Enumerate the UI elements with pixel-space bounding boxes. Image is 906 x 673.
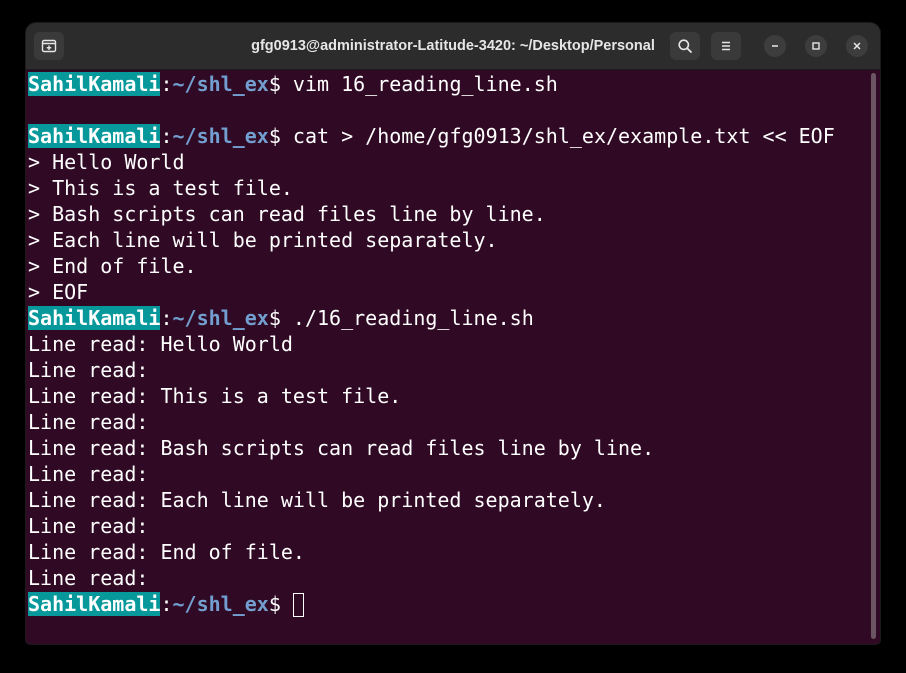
prompt-colon: : [160, 306, 173, 330]
minimize-icon [772, 45, 778, 47]
output-line: Line read: [28, 514, 149, 538]
titlebar[interactable]: gfg0913@administrator-Latitude-3420: ~/D… [26, 23, 880, 70]
command-text: cat > /home/gfg0913/shl_ex/example.txt <… [292, 124, 835, 148]
prompt-path: ~/shl_ex [172, 592, 269, 616]
command-text: vim 16_reading_line.sh [292, 72, 558, 96]
output-line: Line read: Hello World [28, 332, 293, 356]
prompt-line: SahilKamali:~/shl_ex$ vim 16_reading_lin… [28, 71, 866, 97]
prompt-user: SahilKamali [28, 72, 161, 96]
prompt-dollar: $ [268, 306, 281, 330]
window-title: gfg0913@administrator-Latitude-3420: ~/D… [251, 38, 655, 54]
prompt-dollar: $ [268, 72, 281, 96]
output-line: > Each line will be printed separately. [28, 228, 498, 252]
prompt-dollar: $ [268, 592, 281, 616]
command-text: ./16_reading_line.sh [292, 306, 534, 330]
maximize-button[interactable] [805, 35, 827, 57]
search-button[interactable] [670, 32, 700, 60]
output-line: > End of file. [28, 254, 197, 278]
search-icon [678, 39, 692, 53]
output-line: Line read: End of file. [28, 540, 305, 564]
prompt-path: ~/shl_ex [172, 124, 269, 148]
prompt-path: ~/shl_ex [172, 306, 269, 330]
output-line: > Hello World [28, 150, 185, 174]
prompt-colon: : [160, 124, 173, 148]
prompt-user: SahilKamali [28, 124, 161, 148]
output-line: Line read: [28, 566, 149, 590]
prompt-line: SahilKamali:~/shl_ex$ [28, 591, 866, 617]
minimize-button[interactable] [764, 35, 786, 57]
prompt-line: SahilKamali:~/shl_ex$ cat > /home/gfg091… [28, 123, 866, 149]
menu-button[interactable] [711, 32, 741, 60]
output-line: Line read: Bash scripts can read files l… [28, 436, 655, 460]
new-tab-icon [41, 39, 57, 53]
output-line: > This is a test file. [28, 176, 293, 200]
terminal-output[interactable]: SahilKamali:~/shl_ex$ vim 16_reading_lin… [26, 70, 866, 644]
output-line: > EOF [28, 280, 89, 304]
close-icon [853, 42, 861, 50]
output-line: Line read: This is a test file. [28, 384, 402, 408]
output-line: Line read: [28, 358, 149, 382]
prompt-user: SahilKamali [28, 306, 161, 330]
scrollbar[interactable] [871, 73, 876, 639]
prompt-colon: : [160, 592, 173, 616]
output-line: > Bash scripts can read files line by li… [28, 202, 546, 226]
terminal-window: gfg0913@administrator-Latitude-3420: ~/D… [26, 23, 880, 644]
hamburger-menu-icon [722, 41, 730, 51]
prompt-path: ~/shl_ex [172, 72, 269, 96]
output-line: Line read: [28, 462, 149, 486]
prompt-line: SahilKamali:~/shl_ex$ ./16_reading_line.… [28, 305, 866, 331]
close-button[interactable] [846, 35, 868, 57]
prompt-dollar: $ [268, 124, 281, 148]
prompt-colon: : [160, 72, 173, 96]
maximize-icon [812, 42, 820, 50]
text-cursor [292, 593, 304, 617]
output-line: Line read: [28, 410, 149, 434]
output-line: Line read: Each line will be printed sep… [28, 488, 606, 512]
prompt-user: SahilKamali [28, 592, 161, 616]
new-tab-button[interactable] [34, 32, 64, 60]
